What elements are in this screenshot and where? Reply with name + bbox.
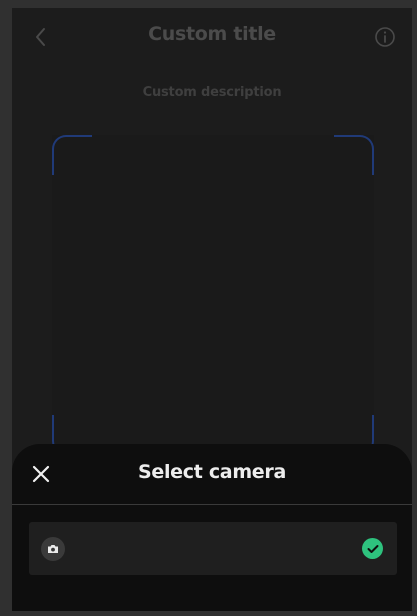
sheet-header: Select camera <box>12 444 412 505</box>
page-title: Custom title <box>148 23 276 45</box>
top-bar: Custom title <box>12 8 412 66</box>
check-circle-icon <box>362 538 383 559</box>
camera-option[interactable] <box>29 522 397 575</box>
info-button[interactable] <box>374 26 396 48</box>
sheet-title: Select camera <box>138 461 286 483</box>
camera-screen: Custom title Custom description Select c… <box>12 8 412 611</box>
camera-icon <box>41 537 65 561</box>
info-icon <box>375 27 395 47</box>
select-camera-sheet: Select camera <box>12 444 412 611</box>
page-description: Custom description <box>142 85 282 100</box>
viewfinder-corner-top-left <box>52 135 92 175</box>
viewfinder-corner-top-right <box>334 135 374 175</box>
camera-viewfinder <box>52 135 374 455</box>
